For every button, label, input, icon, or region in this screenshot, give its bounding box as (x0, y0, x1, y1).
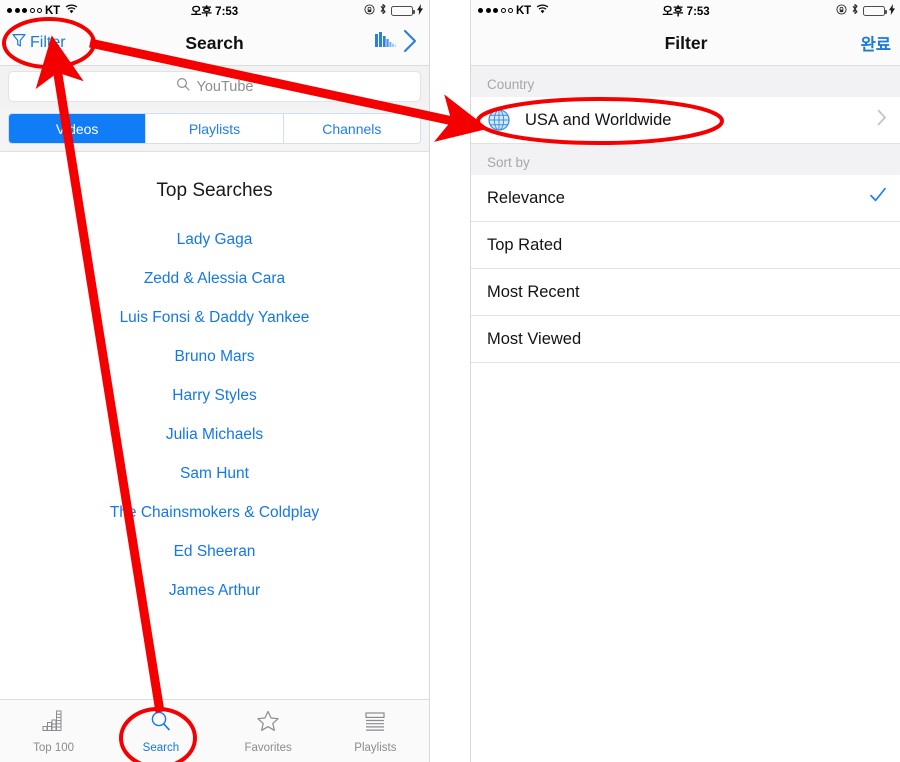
tab-playlists[interactable]: Playlists (145, 114, 283, 143)
status-bar-right (836, 3, 895, 18)
top-searches-heading: Top Searches (156, 180, 273, 201)
rotation-lock-icon (364, 3, 375, 18)
left-status-bar: KT 오후 7:53 (0, 0, 429, 21)
right-nav-bar: Filter 완료 (471, 21, 900, 66)
segmented-control-container: Videos Playlists Channels (0, 107, 429, 152)
search-input[interactable]: YouTube (8, 71, 421, 102)
segmented-control[interactable]: Videos Playlists Channels (8, 113, 421, 144)
sort-section-header: Sort by (471, 144, 900, 175)
lightning-bolt-icon (417, 3, 423, 18)
tab-favorites[interactable]: Favorites (215, 700, 322, 754)
list-item[interactable]: Bruno Mars (0, 337, 429, 376)
list-item[interactable]: Ed Sheeran (0, 532, 429, 571)
tab-label: Playlists (354, 742, 397, 754)
tab-label: Favorites (244, 742, 292, 754)
search-placeholder: YouTube (196, 78, 254, 95)
filter-content: Country USA and Worldwide Sort by Releva… (471, 66, 900, 762)
sort-option-label: Most Viewed (487, 329, 582, 348)
chevron-right-icon (877, 109, 887, 131)
list-item[interactable]: Zedd & Alessia Cara (0, 259, 429, 298)
list-item[interactable]: Harry Styles (0, 376, 429, 415)
tab-playlists[interactable]: Playlists (322, 700, 429, 754)
nav-right-actions[interactable] (374, 28, 419, 59)
magnifier-icon (176, 77, 190, 96)
country-section-header: Country (471, 66, 900, 97)
tab-channels[interactable]: Channels (282, 114, 420, 143)
list-item[interactable]: Julia Michaels (0, 415, 429, 454)
tab-bar: Top 100 Search Favorites Playlists (0, 699, 429, 762)
tab-top-100[interactable]: Top 100 (0, 700, 107, 754)
top-searches-list: Lady Gaga Zedd & Alessia Cara Luis Fonsi… (0, 202, 429, 610)
sort-option-label: Relevance (487, 188, 565, 207)
search-tab[interactable]: Search (107, 700, 214, 754)
done-button[interactable]: 완료 (861, 31, 891, 55)
bluetooth-icon (379, 3, 387, 18)
sort-option-relevance[interactable]: Relevance (471, 175, 900, 222)
bar-chart-icon[interactable] (374, 31, 400, 56)
bar-chart-icon (41, 709, 67, 738)
filter-empty-area (471, 363, 900, 762)
status-bar-right (364, 3, 423, 18)
list-item[interactable]: The Chainsmokers & Coldplay (0, 493, 429, 532)
chevron-right-icon[interactable] (402, 28, 419, 59)
tab-videos[interactable]: Videos (9, 114, 146, 143)
page-title: Filter (664, 32, 708, 53)
checkmark-icon (869, 186, 887, 210)
list-lines-icon (362, 709, 388, 738)
screenshot-stage: KT 오후 7:53 Filter Search YouTube Videos … (0, 0, 900, 762)
top-searches-panel: Top Searches Lady Gaga Zedd & Alessia Ca… (0, 152, 429, 706)
country-row[interactable]: USA and Worldwide (471, 97, 900, 144)
sort-option-most-viewed[interactable]: Most Viewed (471, 316, 900, 363)
left-phone-screen: KT 오후 7:53 Filter Search YouTube Videos … (0, 0, 430, 762)
list-item[interactable]: Luis Fonsi & Daddy Yankee (0, 298, 429, 337)
right-status-bar: KT 오후 7:53 (471, 0, 900, 21)
search-bar-container: YouTube (0, 66, 429, 107)
right-phone-screen: KT 오후 7:53 Filter 완료 Country USA and Wor… (470, 0, 900, 762)
sort-option-most-recent[interactable]: Most Recent (471, 269, 900, 316)
list-item[interactable]: Lady Gaga (0, 220, 429, 259)
tab-label: Top 100 (33, 742, 75, 754)
sort-option-top-rated[interactable]: Top Rated (471, 222, 900, 269)
tab-label: Search (142, 742, 180, 754)
bluetooth-icon (851, 3, 859, 18)
list-item[interactable]: James Arthur (0, 571, 429, 610)
globe-icon (487, 108, 511, 132)
list-item[interactable]: Sam Hunt (0, 454, 429, 493)
country-row-label: USA and Worldwide (525, 110, 672, 129)
battery-icon (863, 5, 887, 16)
star-icon (255, 709, 281, 738)
lightning-bolt-icon (889, 3, 895, 18)
rotation-lock-icon (836, 3, 847, 18)
sort-option-label: Most Recent (487, 282, 580, 301)
left-nav-bar: Filter Search (0, 21, 429, 66)
battery-icon (391, 5, 415, 16)
sort-option-label: Top Rated (487, 235, 563, 254)
page-title: Search (185, 32, 244, 53)
magnifier-icon (148, 709, 174, 738)
